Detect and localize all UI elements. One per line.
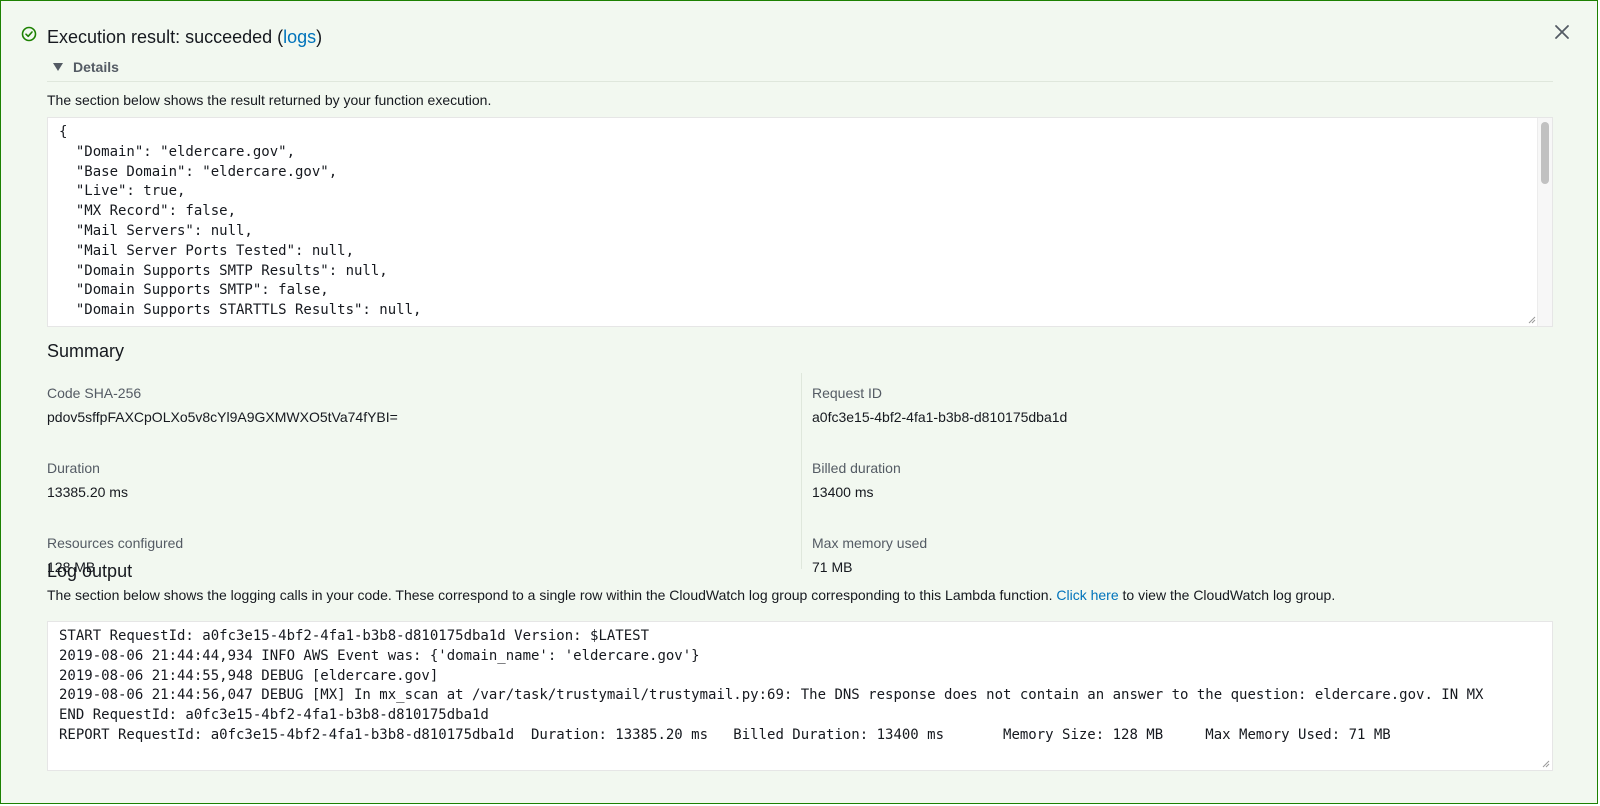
summary-field-label: Duration: [47, 460, 100, 476]
log-output-title: Log output: [47, 561, 133, 581]
code-line: END RequestId: a0fc3e15-4bf2-4fa1-b3b8-d…: [59, 707, 489, 724]
summary-field-value: 71 MB: [812, 559, 853, 575]
log-description-suffix: to view the CloudWatch log group.: [1118, 587, 1336, 603]
summary-field-label: Billed duration: [812, 460, 901, 476]
resize-handle-icon[interactable]: [1528, 316, 1536, 324]
title-suffix: ): [316, 26, 323, 47]
result-scrollbar[interactable]: [1537, 118, 1552, 326]
execution-result-panel: Execution result: succeeded (logs) Detai…: [0, 0, 1598, 804]
check-circle-icon: [21, 26, 37, 42]
code-line: "Domain": "eldercare.gov",: [59, 143, 296, 160]
summary-field-label: Request ID: [812, 385, 883, 401]
close-icon[interactable]: [1553, 23, 1571, 41]
summary-field: Billed duration 13400 ms: [812, 458, 1541, 523]
result-header: Execution result: succeeded (logs): [21, 21, 322, 53]
code-line: "Domain Supports STARTTLS Results": null…: [59, 302, 422, 319]
details-divider: [47, 81, 1553, 82]
log-output-textarea[interactable]: START RequestId: a0fc3e15-4bf2-4fa1-b3b8…: [47, 621, 1553, 771]
summary-title: Summary: [47, 341, 125, 361]
cloudwatch-click-here-link[interactable]: Click here: [1056, 587, 1118, 603]
summary-right-column: Request ID a0fc3e15-4bf2-4fa1-b3b8-d81017…: [801, 373, 1541, 575]
summary-field-label: Code SHA-256: [47, 385, 142, 401]
code-line: "Domain Supports SMTP Results": null,: [59, 262, 388, 279]
code-line: "Mail Servers": null,: [59, 222, 253, 239]
result-scroll-thumb[interactable]: [1541, 122, 1549, 184]
code-line: "Base Domain": "eldercare.gov",: [59, 163, 338, 180]
code-line: 2019-08-06 21:44:55,948 DEBUG [eldercare…: [59, 667, 439, 684]
details-toggle[interactable]: Details: [53, 59, 119, 75]
page-title: Execution result: succeeded (logs): [47, 27, 322, 48]
code-line: "Live": true,: [59, 183, 186, 200]
code-line: START RequestId: a0fc3e15-4bf2-4fa1-b3b8…: [59, 628, 650, 644]
logs-link[interactable]: logs: [283, 27, 316, 47]
resize-handle-icon[interactable]: [1542, 760, 1550, 768]
title-prefix: Execution result: succeeded (: [47, 26, 284, 47]
summary-left-column: Code SHA-256 pdov5sffpFAXCpOLXo5v8cYl9A9G…: [47, 373, 787, 575]
details-toggle-label: Details: [73, 59, 119, 75]
code-line: 2019-08-06 21:44:44,934 INFO AWS Event w…: [59, 647, 700, 664]
summary-field-value: a0fc3e15-4bf2-4fa1-b3b8-d810175dba1d: [812, 409, 1068, 425]
summary-field-value: 13385.20 ms: [47, 484, 128, 500]
log-output-description: The section below shows the logging call…: [47, 587, 1335, 603]
summary-field-value: pdov5sffpFAXCpOLXo5v8cYl9A9GXMWXO5tVa74f…: [47, 409, 398, 425]
summary-field-label: Max memory used: [812, 535, 928, 551]
result-description: The section below shows the result retur…: [47, 92, 492, 108]
summary-field: Duration 13385.20 ms: [47, 458, 787, 523]
caret-down-icon: [53, 63, 63, 71]
code-line: "Domain Supports SMTP": false,: [59, 282, 329, 299]
summary-field: Code SHA-256 pdov5sffpFAXCpOLXo5v8cYl9A9G…: [47, 383, 787, 448]
summary-field-label: Resources configured: [47, 535, 184, 551]
summary-field-value: 128 MB: [47, 559, 96, 575]
log-description-prefix: The section below shows the logging call…: [47, 587, 1057, 603]
summary-field-value: 13400 ms: [812, 484, 874, 500]
summary-field: Request ID a0fc3e15-4bf2-4fa1-b3b8-d81017…: [812, 383, 1541, 448]
code-line: "MX Record": false,: [59, 203, 237, 220]
code-line: {: [59, 124, 68, 140]
code-line: 2019-08-06 21:44:56,047 DEBUG [MX] In mx…: [59, 687, 1484, 704]
code-line: REPORT RequestId: a0fc3e15-4bf2-4fa1-b3b…: [59, 726, 1391, 743]
code-line: "Mail Server Ports Tested": null,: [59, 242, 355, 259]
result-textarea[interactable]: { "Domain": "eldercare.gov", "Base Domai…: [47, 117, 1553, 327]
